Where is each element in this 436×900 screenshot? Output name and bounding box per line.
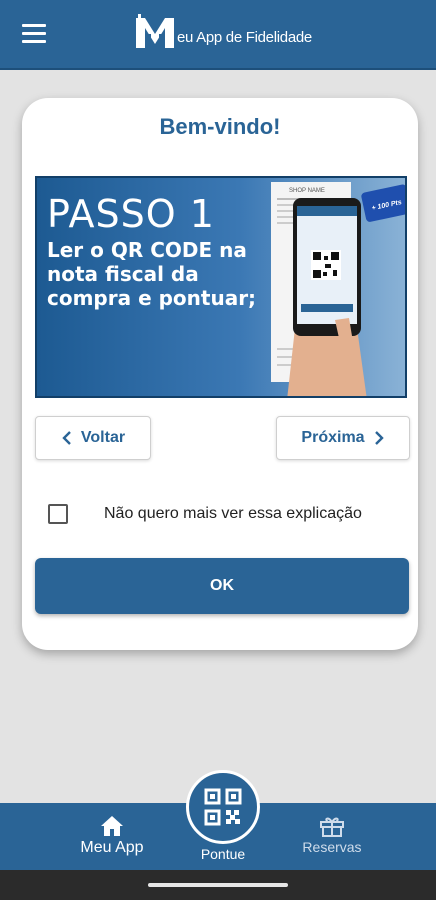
logo-m-icon [136, 14, 174, 48]
nav-item-meu-app[interactable]: Meu App [72, 803, 152, 870]
nav-label-meu-app: Meu App [80, 839, 144, 856]
next-button-label: Próxima [301, 429, 365, 446]
banner-instruction: Ler o QR CODE na nota fiscal da compra e… [47, 238, 257, 310]
tutorial-banner: PASSO 1 Ler o QR CODE na nota fiscal da … [35, 176, 407, 398]
receipt-header-text: SHOP NAME [289, 188, 325, 194]
app-name: eu App de Fidelidade [177, 29, 312, 46]
dont-show-again-row[interactable]: Não quero mais ver essa explicação [48, 502, 398, 526]
hamburger-menu-icon[interactable] [22, 24, 46, 44]
nav-label-pontue: Pontue [200, 846, 246, 862]
dont-show-again-label: Não quero mais ver essa explicação [104, 505, 362, 522]
next-button[interactable]: Próxima [276, 416, 410, 460]
pontue-qr-button[interactable] [186, 770, 260, 844]
chevron-left-icon [62, 431, 71, 445]
home-gesture-indicator[interactable] [148, 883, 288, 887]
app-logo: eu App de Fidelidade [136, 12, 312, 48]
nav-label-reservas: Reservas [302, 839, 362, 855]
qr-code-icon [204, 788, 242, 826]
home-icon [101, 816, 123, 836]
gift-icon [320, 817, 344, 837]
top-app-bar: eu App de Fidelidade [0, 0, 436, 70]
dont-show-again-checkbox[interactable] [48, 504, 68, 524]
nav-item-reservas[interactable]: Reservas [292, 803, 372, 870]
dialog-title: Bem-vindo! [159, 114, 281, 139]
chevron-right-icon [374, 431, 384, 445]
back-button[interactable]: Voltar [35, 416, 151, 460]
ok-button[interactable]: OK [35, 558, 409, 614]
banner-step-title: PASSO 1 [47, 192, 215, 236]
back-button-label: Voltar [80, 429, 126, 446]
welcome-dialog: Bem-vindo! PASSO 1 Ler o QR CODE na nota… [22, 98, 418, 650]
ok-button-label: OK [210, 577, 234, 594]
phone-scanning-receipt-illustration: SHOP NAME + 100 Pts [271, 182, 405, 396]
